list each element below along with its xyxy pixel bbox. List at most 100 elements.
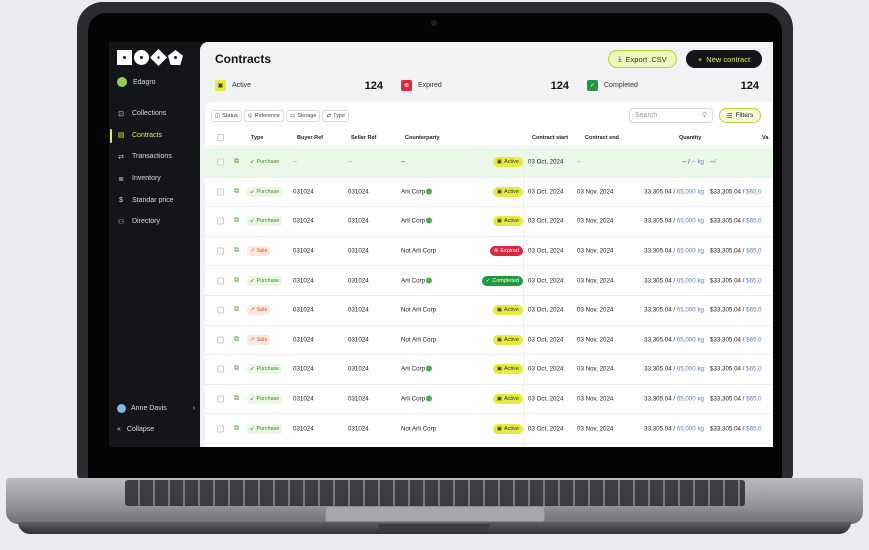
table-row[interactable]: ⧉ ↗ Sale 031024 031024 Not Arli Corp ⊗ Expired 0… [205,237,773,267]
open-external-icon[interactable]: ⧉ [234,365,239,373]
active-status-icon: ▣ [496,218,503,225]
sidebar-item-standar-price[interactable]: $ Standar price [109,189,199,211]
quantity: 33,305.04 / 65,000 kg [644,248,704,255]
select-all-checkbox[interactable] [217,134,224,141]
value: $33,305.04 / $65,0 [710,307,762,314]
logo-circle-icon [134,50,149,65]
stat-count: 124 [740,79,759,92]
verified-check-icon [426,217,433,224]
column-header-seller-ref[interactable]: Seller Ref [351,135,376,141]
buyer-ref: 031024 [293,395,314,403]
open-external-icon[interactable]: ⧉ [234,188,239,196]
column-header-type[interactable]: Type [251,135,263,141]
quantity: 33,305.04 / 65,000 kg [644,218,704,225]
open-external-icon[interactable]: ⧉ [234,247,239,255]
quantity-total: 65,000 kg [676,395,704,403]
contract-end: 03 Nov, 2024 [577,395,614,403]
sidebar-item-inventory[interactable]: ≣ Inventory [109,168,199,190]
filters-button[interactable]: ☰ Filters [719,108,761,123]
open-external-icon[interactable]: ⧉ [234,336,239,344]
chip-type[interactable]: ⇄ Type [322,110,350,122]
column-header-value[interactable]: Va [762,135,768,141]
row-checkbox[interactable] [217,217,224,225]
counterparty: Arli Corp [401,365,433,373]
type-badge: ↙ Purchase [247,364,283,375]
open-external-icon[interactable]: ⧉ [234,158,239,166]
stat-expired[interactable]: ⊗ Expired 124 [401,77,569,94]
chip-status[interactable]: ◫ Status [211,110,242,122]
row-checkbox[interactable] [217,247,224,255]
table-row[interactable]: ⧉ ↙ Purchase 031024 031024 Arli Corp ▣ Active 03… [205,207,773,237]
stat-completed[interactable]: ✓ Completed 124 [587,77,759,94]
filter-chips: ◫ Status ◎ Reference ▭ Storage ⇄ Type [211,110,350,122]
sidebar-item-collections[interactable]: ⊡ Collections [109,103,199,125]
table-row[interactable]: ⧉ ↙ Purchase 031024 031024 Arli Corp ▣ Active 03… [205,178,773,208]
row-checkbox[interactable] [217,277,224,285]
collapse-button[interactable]: « Collapse [117,426,154,433]
new-contract-button[interactable]: + New contract [686,50,762,68]
expired-status-icon: ⊗ [493,248,499,255]
status-label: Active [504,188,519,195]
table-row[interactable]: ⧉ ↙ Purchase 031024 031024 Arli Corp ✓ Complete… [205,266,773,296]
row-checkbox[interactable] [217,336,224,344]
sidebar-item-transactions[interactable]: ⇄ Transactions [109,146,199,168]
buyer-ref: 031024 [293,306,314,314]
value-total: $65,0 [746,188,762,196]
sidebar-item-contracts[interactable]: ▤ Contracts [109,125,199,147]
table-row[interactable]: ⧉ ↗ Sale 031024 031024 Not Arli Corp ▣ Active 03… [205,326,773,356]
open-external-icon[interactable]: ⧉ [234,306,239,314]
sidebar-item-directory[interactable]: ⚇ Directory [109,211,199,233]
arrow-down-left-icon: ↙ [250,366,255,373]
open-external-icon[interactable]: ⧉ [234,425,239,433]
arrow-down-left-icon: ↙ [250,396,255,403]
row-checkbox[interactable] [217,365,224,373]
chip-storage[interactable]: ▭ Storage [286,110,321,122]
row-checkbox[interactable] [217,306,224,314]
value-amount: $33,305.04 / [710,336,747,344]
table-row[interactable]: ⧉ ↙ Purchase 031024 031024 Arli Corp ▣ Active 03… [205,385,773,415]
table-row[interactable]: ⧉ ↙ Purchase 031024 031024 Not Arli Corp ▣ Acti… [205,414,773,444]
table-row[interactable]: ⧉ ↙ Purchase -- -- -- ▣ Active 03 Oct, 2024 -- -- … [205,148,773,178]
column-header-quantity[interactable]: Quantity [679,135,701,141]
type-label: Purchase [256,396,280,403]
type-label: Purchase [256,277,280,284]
counterparty-name: Arli Corp [401,365,426,373]
user-menu[interactable]: Anne Davis › [117,404,195,413]
counterparty: Not Arli Corp [401,425,436,432]
table-row[interactable]: ⧉ ↗ Sale 031024 031024 Not Arli Corp ▣ Active 03… [205,296,773,326]
value-total: $65,0 [746,425,762,433]
quantity-total: 65,000 kg [676,425,704,433]
status-label: Active [504,218,519,225]
chip-reference[interactable]: ◎ Reference [243,110,284,122]
value-total: $65,0 [746,365,762,373]
row-checkbox[interactable] [217,425,224,433]
contract-end: -- [577,158,582,166]
column-header-contract-start[interactable]: Contract start [532,135,568,141]
export-csv-button[interactable]: ⤓ Export .CSV [608,50,677,68]
open-external-icon[interactable]: ⧉ [234,395,239,403]
table-row[interactable]: ⧉ ↙ Purchase 031024 031024 Arli Corp ▣ Active 03… [205,355,773,385]
column-header-counterparty[interactable]: Counterparty [405,135,440,141]
column-divider [523,148,524,447]
inventory-icon: ≣ [118,175,124,183]
active-status-icon: ▣ [496,336,503,343]
counterparty-name: Arli Corp [401,188,426,196]
open-external-icon[interactable]: ⧉ [234,277,239,285]
open-external-icon[interactable]: ⧉ [234,217,239,225]
active-status-icon: ▣ [496,159,503,166]
app-logo [117,49,183,66]
row-checkbox[interactable] [217,395,224,403]
stat-count: 124 [550,79,569,92]
row-checkbox[interactable] [217,158,224,166]
row-checkbox[interactable] [217,188,224,196]
org-switcher[interactable]: Edagro [117,77,156,87]
column-header-buyer-ref[interactable]: Buyer Ref [297,135,323,141]
status-label: Active [504,366,519,373]
org-leaf-icon [117,77,127,87]
column-header-contract-end[interactable]: Contract end [585,135,619,141]
search-input[interactable]: Search ⚲ [629,108,713,123]
stat-active[interactable]: ▣ Active 124 [215,77,383,94]
value-total: $65,0 [746,247,762,255]
swap-icon: ⇄ [118,153,124,161]
org-name: Edagro [133,78,156,86]
